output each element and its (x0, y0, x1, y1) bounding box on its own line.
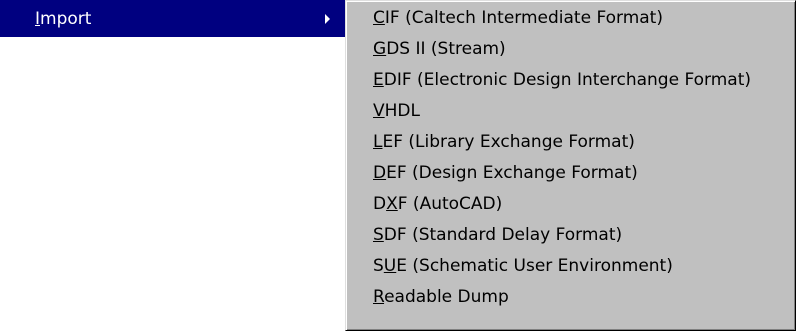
submenu-item-lef[interactable]: LEF (Library Exchange Format) (373, 130, 635, 154)
submenu-item-edif[interactable]: EDIF (Electronic Design Interchange Form… (373, 68, 751, 92)
mnemonic-letter: S (373, 225, 384, 245)
submenu-item-sue[interactable]: SUE (Schematic User Environment) (373, 254, 673, 278)
submenu-item-sdf[interactable]: SDF (Standard Delay Format) (373, 223, 622, 247)
label-suffix: E (Schematic User Environment) (396, 256, 673, 276)
label-prefix: D (373, 194, 387, 214)
mnemonic-letter: R (373, 287, 385, 307)
label-suffix: eadable Dump (384, 287, 509, 307)
label-suffix: EF (Library Exchange Format) (382, 132, 635, 152)
submenu-item-readable-dump[interactable]: Readable Dump (373, 285, 509, 309)
submenu-item-dxf[interactable]: DXF (AutoCAD) (373, 192, 502, 216)
menu-item-import[interactable]: Import (0, 0, 345, 37)
mnemonic-letter: G (373, 39, 387, 59)
label-suffix: DF (Standard Delay Format) (383, 225, 623, 245)
label-suffix: F (AutoCAD) (397, 194, 503, 214)
label-suffix: EF (Design Exchange Format) (386, 163, 638, 183)
label-suffix: IF (Caltech Intermediate Format) (384, 8, 663, 28)
label-suffix: DS II (Stream) (386, 39, 506, 59)
mnemonic-letter: D (373, 163, 387, 183)
submenu-item-cif[interactable]: CIF (Caltech Intermediate Format) (373, 6, 663, 30)
mnemonic-letter: X (386, 194, 398, 214)
label-suffix: HDL (384, 101, 420, 121)
mnemonic-letter: V (373, 101, 385, 121)
label-suffix: DIF (Electronic Design Interchange Forma… (383, 70, 752, 90)
mnemonic-letter: C (373, 8, 385, 28)
mnemonic-letter: E (373, 70, 384, 90)
menu-item-import-label: Import (35, 9, 91, 29)
import-submenu: CIF (Caltech Intermediate Format) GDS II… (345, 0, 796, 331)
label-text: mport (40, 9, 92, 29)
submenu-item-def[interactable]: DEF (Design Exchange Format) (373, 161, 638, 185)
label-prefix: S (373, 256, 384, 276)
mnemonic-letter: U (383, 256, 397, 276)
submenu-item-vhdl[interactable]: VHDL (373, 99, 420, 123)
submenu-item-gds-ii[interactable]: GDS II (Stream) (373, 37, 506, 61)
submenu-arrow-icon (325, 14, 330, 24)
